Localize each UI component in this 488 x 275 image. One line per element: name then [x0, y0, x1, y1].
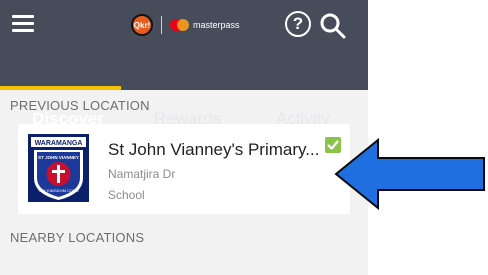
qkr-logo: Qkr! — [131, 14, 153, 36]
masterpass-icon — [170, 19, 189, 31]
logo-divider — [161, 16, 162, 34]
masterpass-logo-text: masterpass — [193, 20, 240, 30]
badge-motto-text: THY KINGDOM COME — [38, 188, 80, 193]
location-address: Namatjira Dr — [108, 167, 176, 181]
left-arrow-icon — [334, 138, 485, 210]
app-screen: Qkr! masterpass ? Discover Rewards Activ… — [0, 0, 368, 275]
nearby-locations-heading: NEARBY LOCATIONS — [10, 230, 145, 245]
tab-bar: Discover Rewards Activity — [0, 50, 368, 128]
question-circle-icon[interactable]: ? — [285, 11, 311, 37]
location-type: School — [108, 188, 145, 202]
hamburger-menu-icon[interactable] — [12, 13, 38, 35]
badge-arc-text: ST JOHN VIANNEY — [38, 155, 79, 160]
location-name: St John Vianney's Primary... — [108, 140, 320, 159]
active-tab-indicator — [0, 86, 121, 90]
brand-logos: Qkr! masterpass — [131, 13, 240, 37]
location-card[interactable]: WARAMANGA ST JOHN VIANNEY THY KINGDOM CO… — [18, 124, 350, 214]
top-bar: Qkr! masterpass ? — [0, 0, 368, 50]
previous-location-heading: PREVIOUS LOCATION — [10, 98, 150, 113]
badge-top-text: WARAMANGA — [35, 140, 83, 147]
school-badge-logo: WARAMANGA ST JOHN VIANNEY THY KINGDOM CO… — [28, 134, 89, 202]
search-icon[interactable] — [319, 12, 347, 40]
